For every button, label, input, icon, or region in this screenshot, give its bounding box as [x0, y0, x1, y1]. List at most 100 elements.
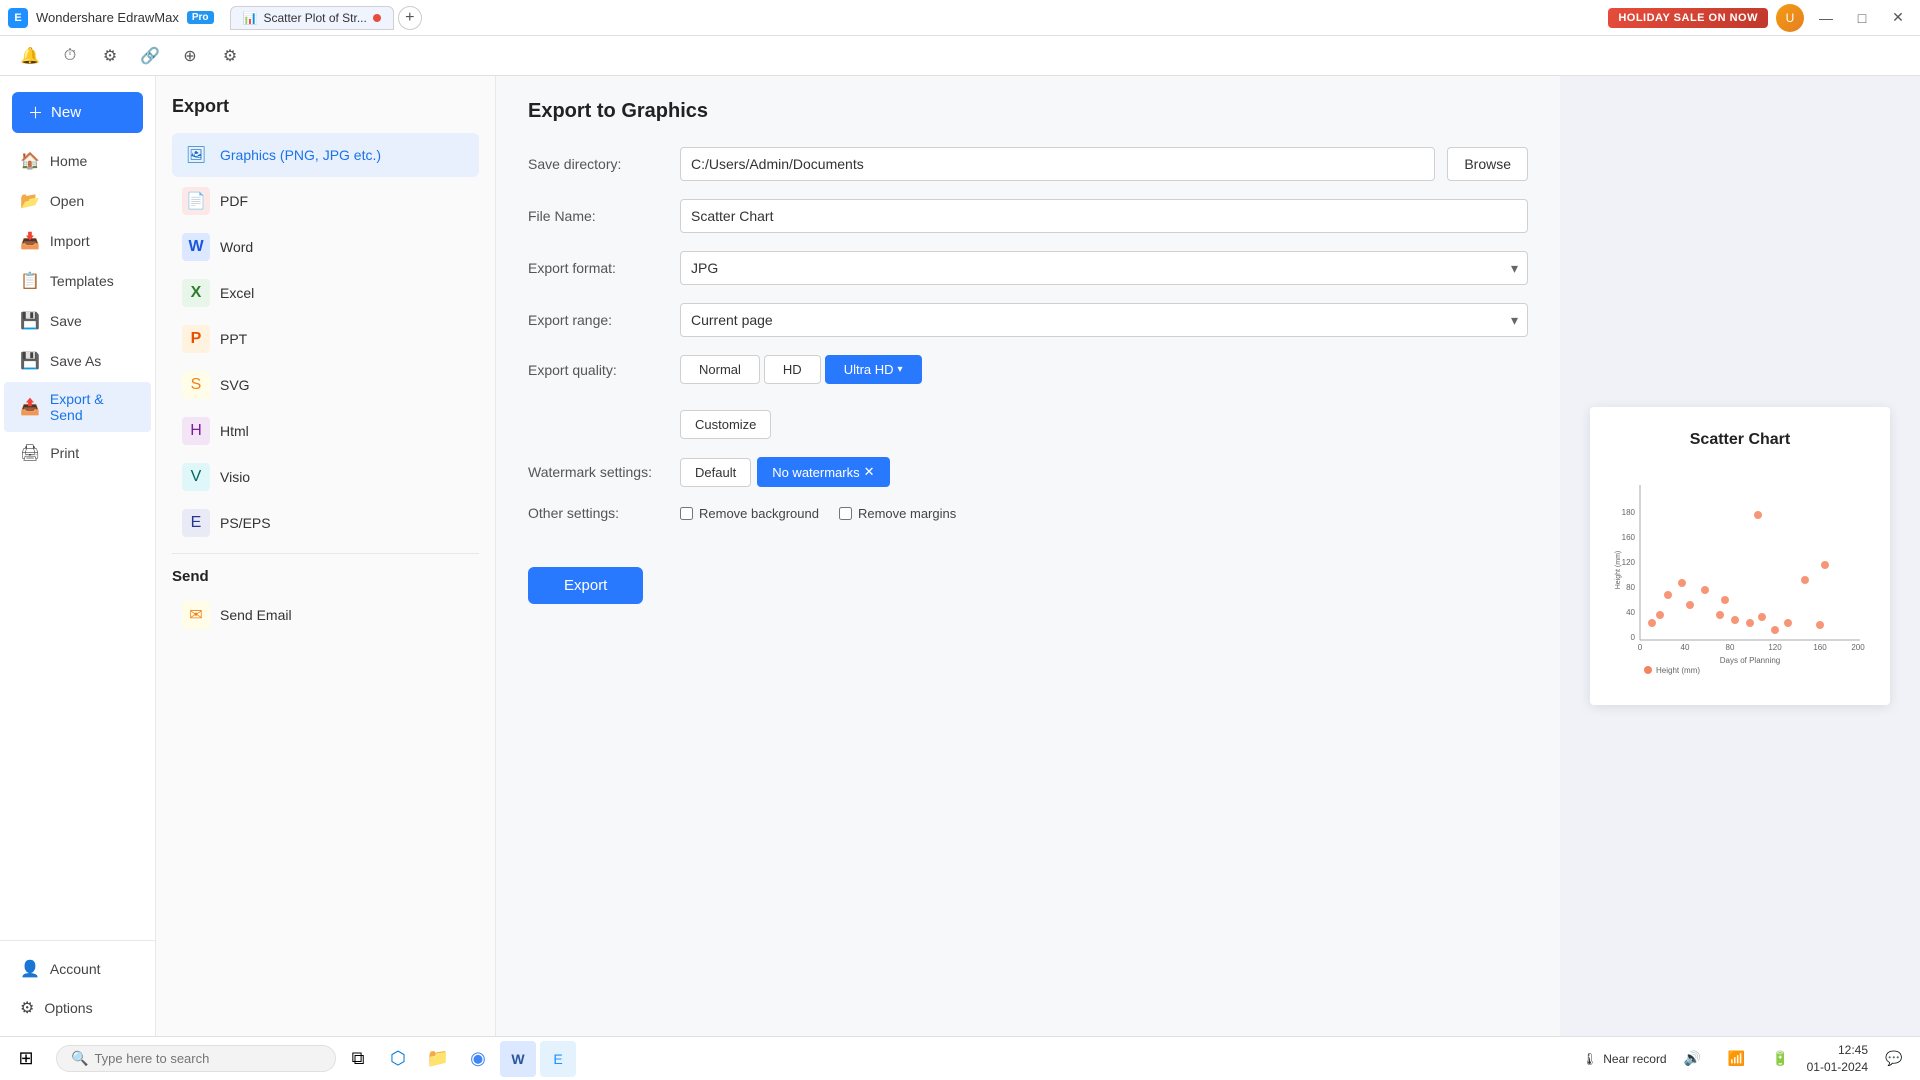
export-type-html[interactable]: H Html [172, 409, 479, 453]
timer-icon[interactable]: ⏱ [56, 42, 84, 70]
add-icon[interactable]: ⊕ [176, 42, 204, 70]
send-email-icon: ✉ [182, 601, 210, 629]
notification-icon[interactable]: 🔔 [16, 42, 44, 70]
export-type-ppt[interactable]: P PPT [172, 317, 479, 361]
quality-ultrahd-button[interactable]: Ultra HD ▾ [825, 355, 922, 384]
taskbar-search-bar[interactable]: 🔍 [56, 1045, 336, 1072]
svg-text:Height (mm): Height (mm) [1656, 666, 1700, 675]
volume-icon[interactable]: 🔊 [1675, 1041, 1711, 1077]
export-type-send-email[interactable]: ✉ Send Email [172, 593, 479, 637]
sidebar-item-home[interactable]: 🏠 Home [4, 142, 151, 180]
sidebar-open-label: Open [50, 193, 84, 209]
task-view-icon[interactable]: ⧉ [340, 1041, 376, 1077]
tab-favicon: 📊 [243, 11, 258, 25]
export-format-select[interactable]: JPG PNG BMP TIFF GIF [680, 251, 1528, 285]
export-type-excel[interactable]: X Excel [172, 271, 479, 315]
sidebar-item-export-send[interactable]: 📤 Export & Send [4, 382, 151, 432]
other-settings-group: Remove background Remove margins [680, 506, 1528, 521]
import-icon: 📥 [20, 231, 40, 251]
export-range-select[interactable]: Current page All pages Selected [680, 303, 1528, 337]
maximize-button[interactable]: □ [1848, 4, 1876, 32]
export-format-row: Export format: JPG PNG BMP TIFF GIF [528, 251, 1528, 285]
sidebar-print-label: Print [50, 445, 79, 461]
chart-svg: 0 40 80 120 160 180 0 40 80 120 160 200 … [1610, 465, 1870, 685]
file-name-row: File Name: [528, 199, 1528, 233]
new-icon: ＋ [28, 102, 43, 123]
customize-button[interactable]: Customize [680, 410, 771, 439]
export-type-graphics[interactable]: 🖼 Graphics (PNG, JPG etc.) [172, 133, 479, 177]
new-button[interactable]: ＋ New [12, 92, 143, 133]
settings-icon[interactable]: ⚙ [96, 42, 124, 70]
remove-background-checkbox[interactable]: Remove background [680, 506, 819, 521]
user-avatar[interactable]: U [1776, 4, 1804, 32]
export-button[interactable]: Export [528, 567, 643, 604]
browse-button[interactable]: Browse [1447, 147, 1528, 181]
file-name-input[interactable] [680, 199, 1528, 233]
remove-margins-input[interactable] [839, 507, 852, 520]
network-icon[interactable]: 📶 [1719, 1041, 1755, 1077]
panel-divider [172, 553, 479, 554]
sidebar-item-import[interactable]: 📥 Import [4, 222, 151, 260]
svg-icon: S [182, 371, 210, 399]
sidebar-item-options[interactable]: ⚙ Options [4, 989, 151, 1027]
sidebar-item-save-as[interactable]: 💾 Save As [4, 342, 151, 380]
chrome-icon[interactable]: ◉ [460, 1041, 496, 1077]
svg-text:80: 80 [1626, 583, 1635, 592]
export-quality-row: Export quality: Normal HD Ultra HD ▾ [528, 355, 1528, 384]
save-as-icon: 💾 [20, 351, 40, 371]
config-icon[interactable]: ⚙ [216, 42, 244, 70]
taskbar-time-display: 12:45 [1807, 1042, 1868, 1059]
sidebar-item-account[interactable]: 👤 Account [4, 950, 151, 988]
export-range-label: Export range: [528, 312, 668, 328]
sidebar-item-print[interactable]: 🖨 Print [4, 434, 151, 472]
watermark-no-watermarks-button[interactable]: No watermarks ✕ [757, 457, 889, 487]
taskbar-right: 🌡 Near record 🔊 📶 🔋 12:45 01-01-2024 💬 [1582, 1041, 1912, 1077]
quality-hd-button[interactable]: HD [764, 355, 821, 384]
folder-icon[interactable]: 📁 [420, 1041, 456, 1077]
word-taskbar-icon[interactable]: W [500, 1041, 536, 1077]
remove-background-label: Remove background [699, 506, 819, 521]
windows-icon[interactable]: ⊞ [8, 1041, 44, 1077]
edraw-taskbar-icon[interactable]: E [540, 1041, 576, 1077]
watermark-default-button[interactable]: Default [680, 458, 751, 487]
svg-text:120: 120 [1768, 643, 1782, 652]
app-name: Wondershare EdrawMax [36, 10, 179, 25]
sidebar-item-open[interactable]: 📂 Open [4, 182, 151, 220]
sidebar-item-templates[interactable]: 📋 Templates [4, 262, 151, 300]
tab-scatter-plot[interactable]: 📊 Scatter Plot of Str... [230, 6, 394, 30]
edge-icon[interactable]: ⬡ [380, 1041, 416, 1077]
export-panel-title: Export [172, 96, 479, 117]
export-type-pdf[interactable]: 📄 PDF [172, 179, 479, 223]
taskbar-search-input[interactable] [94, 1051, 294, 1066]
battery-icon[interactable]: 🔋 [1763, 1041, 1799, 1077]
remove-margins-checkbox[interactable]: Remove margins [839, 506, 956, 521]
add-tab-button[interactable]: + [398, 6, 422, 30]
export-format-select-wrapper: JPG PNG BMP TIFF GIF [680, 251, 1528, 285]
watermark-active-label: No watermarks [772, 465, 859, 480]
close-button[interactable]: ✕ [1884, 4, 1912, 32]
options-icon: ⚙ [20, 998, 34, 1018]
export-type-visio[interactable]: V Visio [172, 455, 479, 499]
link-icon[interactable]: 🔗 [136, 42, 164, 70]
remove-background-input[interactable] [680, 507, 693, 520]
notifications-taskbar-icon[interactable]: 💬 [1876, 1041, 1912, 1077]
pdf-icon: 📄 [182, 187, 210, 215]
save-directory-input[interactable] [680, 147, 1435, 181]
export-type-pseps[interactable]: E PS/EPS [172, 501, 479, 545]
sidebar-item-save[interactable]: 💾 Save [4, 302, 151, 340]
export-type-word[interactable]: W Word [172, 225, 479, 269]
tab-unsaved-indicator [373, 14, 381, 22]
export-type-svg[interactable]: S SVG [172, 363, 479, 407]
sidebar-home-label: Home [50, 153, 87, 169]
minimize-button[interactable]: — [1812, 4, 1840, 32]
toolbar: 🔔 ⏱ ⚙ 🔗 ⊕ ⚙ [0, 36, 1920, 76]
pseps-icon: E [182, 509, 210, 537]
app-logo-icon: E [8, 8, 28, 28]
watermark-label: Watermark settings: [528, 464, 668, 480]
holiday-sale-button[interactable]: HOLIDAY SALE ON NOW [1608, 8, 1768, 28]
quality-normal-button[interactable]: Normal [680, 355, 760, 384]
save-icon: 💾 [20, 311, 40, 331]
pseps-label: PS/EPS [220, 515, 271, 531]
html-icon: H [182, 417, 210, 445]
titlebar: E Wondershare EdrawMax Pro 📊 Scatter Plo… [0, 0, 1920, 36]
